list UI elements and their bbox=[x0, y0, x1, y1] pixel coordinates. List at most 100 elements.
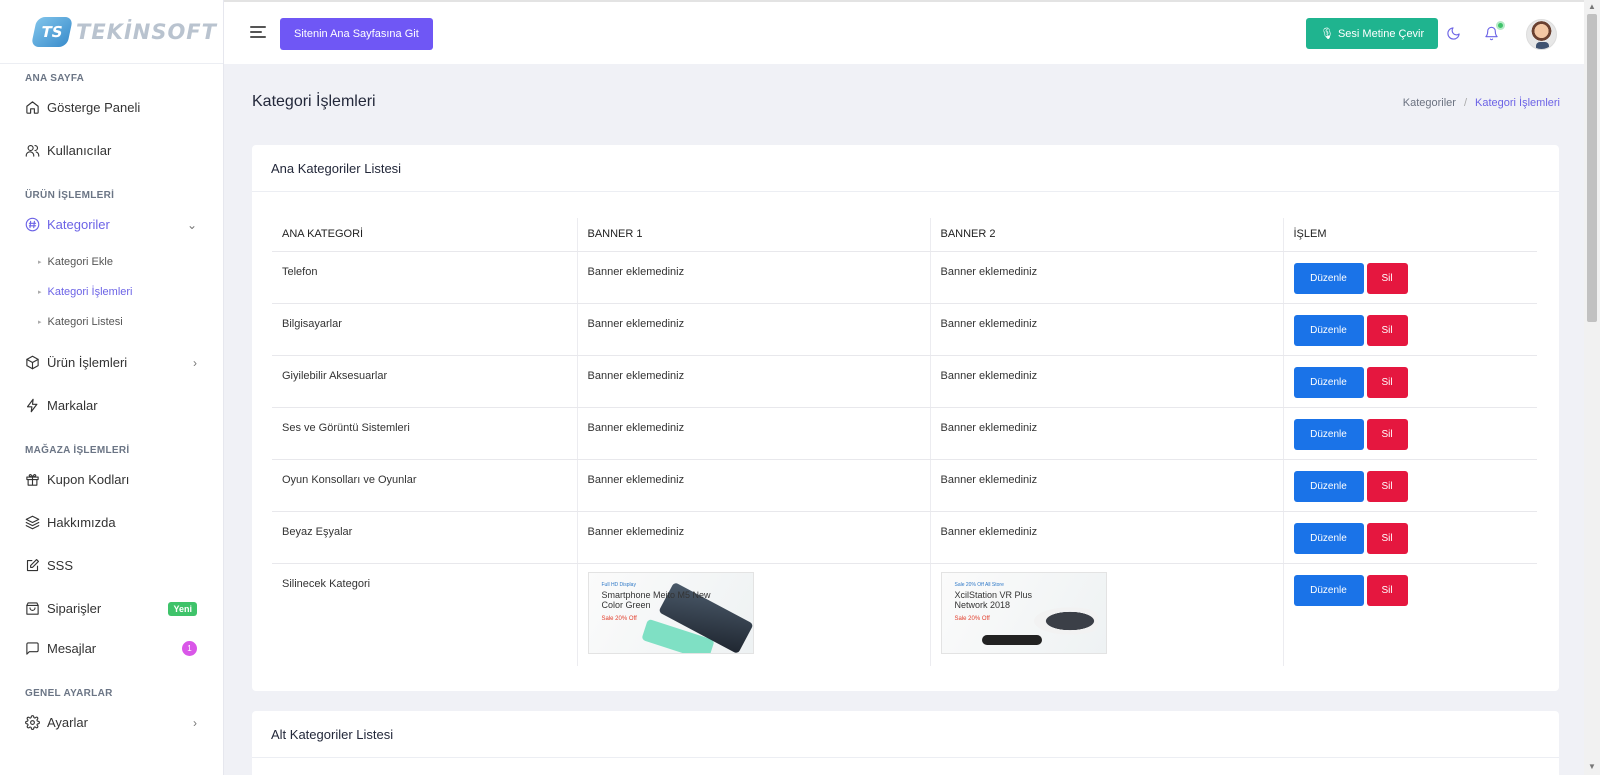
sidebar-item-settings[interactable]: Ayarlar › bbox=[25, 715, 197, 730]
edit-button[interactable]: Düzenle bbox=[1293, 314, 1364, 346]
caret-right-icon: ▸ bbox=[38, 319, 42, 326]
category-name: Giyilebilir Aksesuarlar bbox=[272, 355, 577, 408]
banner-image-phone: Full HD Display Smartphone Meito M5 New … bbox=[587, 571, 754, 654]
sidebar-subitem-add-category[interactable]: ▸ Kategori Ekle bbox=[38, 256, 113, 268]
category-name: Ses ve Görüntü Sistemleri bbox=[272, 407, 577, 460]
banner2-cell: Banner eklemediniz bbox=[929, 355, 1283, 408]
sub-categories-card: Alt Kategoriler Listesi bbox=[252, 711, 1559, 775]
edit-button[interactable]: Düzenle bbox=[1293, 418, 1364, 450]
banner-tag: Sale 20% Off All Store bbox=[954, 581, 1004, 588]
section-label-general: GENEL AYARLAR bbox=[25, 688, 113, 699]
sidebar-item-categories[interactable]: Kategoriler ⌄ bbox=[25, 217, 197, 232]
delete-button[interactable]: Sil bbox=[1366, 314, 1408, 346]
banner2-cell: Banner eklemediniz bbox=[929, 511, 1283, 564]
sidebar-item-faq[interactable]: SSS bbox=[25, 558, 197, 573]
user-avatar[interactable] bbox=[1526, 19, 1557, 50]
menu-icon[interactable] bbox=[250, 26, 266, 38]
actions-cell: Düzenle Sil bbox=[1282, 511, 1537, 564]
edit-button[interactable]: Düzenle bbox=[1293, 522, 1364, 554]
scroll-up-icon[interactable]: ▲ bbox=[1588, 2, 1596, 11]
banner2-cell: Banner eklemediniz bbox=[929, 303, 1283, 356]
chevron-right-icon: › bbox=[193, 355, 197, 370]
speech-to-text-button[interactable]: 🎙 Sesi Metine Çevir bbox=[1306, 18, 1439, 49]
edit-button[interactable]: Düzenle bbox=[1293, 262, 1364, 294]
table-header-row: ANA KATEGORİ BANNER 1 BANNER 2 İŞLEM bbox=[272, 218, 1537, 252]
sidebar-item-coupons[interactable]: Kupon Kodları bbox=[25, 472, 197, 487]
sidebar-item-brands[interactable]: Markalar bbox=[25, 398, 197, 413]
delete-button[interactable]: Sil bbox=[1366, 262, 1408, 294]
users-icon bbox=[25, 144, 40, 157]
gift-icon bbox=[26, 474, 39, 486]
table-row: Telefon Banner eklemediniz Banner ekleme… bbox=[272, 251, 1537, 304]
delete-button[interactable]: Sil bbox=[1366, 574, 1408, 606]
table-row: Oyun Konsolları ve Oyunlar Banner ekleme… bbox=[272, 459, 1537, 512]
sidebar-item-messages[interactable]: Mesajlar 1 bbox=[25, 641, 197, 656]
moon-icon[interactable] bbox=[1446, 26, 1461, 41]
sidebar-item-users[interactable]: Kullanıcılar bbox=[25, 143, 197, 158]
subitem-label: Kategori İşlemleri bbox=[47, 286, 133, 298]
subitem-label: Kategori Listesi bbox=[47, 316, 123, 328]
banner1-cell: Banner eklemediniz bbox=[576, 407, 930, 460]
scrollbar-thumb[interactable] bbox=[1587, 14, 1597, 322]
sidebar-item-label: Markalar bbox=[47, 398, 98, 413]
actions-cell: Düzenle Sil bbox=[1282, 563, 1537, 666]
edit-icon bbox=[26, 559, 39, 572]
sidebar-item-product-ops[interactable]: Ürün İşlemleri › bbox=[25, 355, 197, 370]
hash-icon bbox=[25, 217, 40, 232]
sidebar-subitem-category-list[interactable]: ▸ Kategori Listesi bbox=[38, 316, 123, 328]
sidebar-item-about[interactable]: Hakkımızda bbox=[25, 515, 197, 530]
table-row: Bilgisayarlar Banner eklemediniz Banner … bbox=[272, 303, 1537, 356]
table-row: Silinecek Kategori Full HD Display Smart… bbox=[272, 563, 1537, 666]
scroll-down-icon[interactable]: ▼ bbox=[1588, 762, 1596, 771]
column-header: İŞLEM bbox=[1282, 218, 1537, 252]
sidebar-item-label: Kupon Kodları bbox=[47, 472, 130, 487]
go-to-site-button[interactable]: Sitenin Ana Sayfasına Git bbox=[280, 18, 433, 50]
sidebar-item-label: Ayarlar bbox=[47, 715, 88, 730]
page-title: Kategori İşlemleri bbox=[252, 93, 376, 110]
delete-button[interactable]: Sil bbox=[1366, 522, 1408, 554]
category-name: Bilgisayarlar bbox=[272, 303, 577, 356]
edit-button[interactable]: Düzenle bbox=[1293, 366, 1364, 398]
mic-icon: 🎙 bbox=[1320, 28, 1334, 40]
actions-cell: Düzenle Sil bbox=[1282, 407, 1537, 460]
edit-button[interactable]: Düzenle bbox=[1293, 470, 1364, 502]
sidebar-item-label: Gösterge Paneli bbox=[47, 100, 141, 115]
delete-button[interactable]: Sil bbox=[1366, 470, 1408, 502]
sidebar-subitem-category-ops[interactable]: ▸ Kategori İşlemleri bbox=[38, 286, 133, 298]
logo-mark-icon: TS bbox=[30, 16, 74, 47]
main-categories-card: Ana Kategoriler Listesi ANA KATEGORİ BAN… bbox=[252, 145, 1559, 691]
banner1-cell: Banner eklemediniz bbox=[576, 355, 930, 408]
delete-button[interactable]: Sil bbox=[1366, 418, 1408, 450]
breadcrumb-link[interactable]: Kategoriler bbox=[1403, 97, 1456, 109]
banner1-cell: Banner eklemediniz bbox=[576, 459, 930, 512]
category-name: Beyaz Eşyalar bbox=[272, 511, 577, 564]
banner-title: XcilStation VR Plus Network 2018 bbox=[954, 589, 1033, 610]
edit-button[interactable]: Düzenle bbox=[1293, 574, 1364, 606]
sidebar-item-dashboard[interactable]: Gösterge Paneli bbox=[25, 100, 197, 115]
messages-count-badge: 1 bbox=[182, 641, 197, 656]
section-label-store: MAĞAZA İŞLEMLERİ bbox=[25, 445, 130, 456]
page-scrollbar[interactable]: ▲ ▼ bbox=[1584, 0, 1600, 775]
sidebar-item-label: Hakkımızda bbox=[47, 515, 116, 530]
actions-cell: Düzenle Sil bbox=[1282, 459, 1537, 512]
sidebar-item-label: Mesajlar bbox=[47, 641, 97, 656]
vr-controller-graphic bbox=[981, 634, 1042, 645]
table-row: Ses ve Görüntü Sistemleri Banner eklemed… bbox=[272, 407, 1537, 460]
brand-logo[interactable]: TS TEKİNSOFT bbox=[0, 0, 223, 64]
chevron-down-icon: ⌄ bbox=[186, 217, 197, 232]
layers-icon bbox=[25, 515, 40, 530]
brand-name: TEKİNSOFT bbox=[76, 19, 217, 44]
table-row: Giyilebilir Aksesuarlar Banner eklemedin… bbox=[272, 355, 1537, 408]
banner2-cell: Sale 20% Off All Store XcilStation VR Pl… bbox=[929, 563, 1283, 666]
sidebar-item-orders[interactable]: Siparişler Yeni bbox=[25, 601, 197, 616]
subitem-label: Kategori Ekle bbox=[47, 256, 113, 268]
category-name: Telefon bbox=[272, 251, 577, 304]
home-icon bbox=[26, 101, 39, 114]
banner2-cell: Banner eklemediniz bbox=[929, 407, 1283, 460]
banner-image-vr: Sale 20% Off All Store XcilStation VR Pl… bbox=[940, 571, 1107, 654]
delete-button[interactable]: Sil bbox=[1366, 366, 1408, 398]
bolt-icon bbox=[26, 398, 38, 413]
breadcrumb: Kategoriler / Kategori İşlemleri bbox=[1403, 97, 1560, 109]
banner-sale: Sale 20% Off bbox=[954, 615, 990, 622]
caret-right-icon: ▸ bbox=[38, 259, 42, 266]
